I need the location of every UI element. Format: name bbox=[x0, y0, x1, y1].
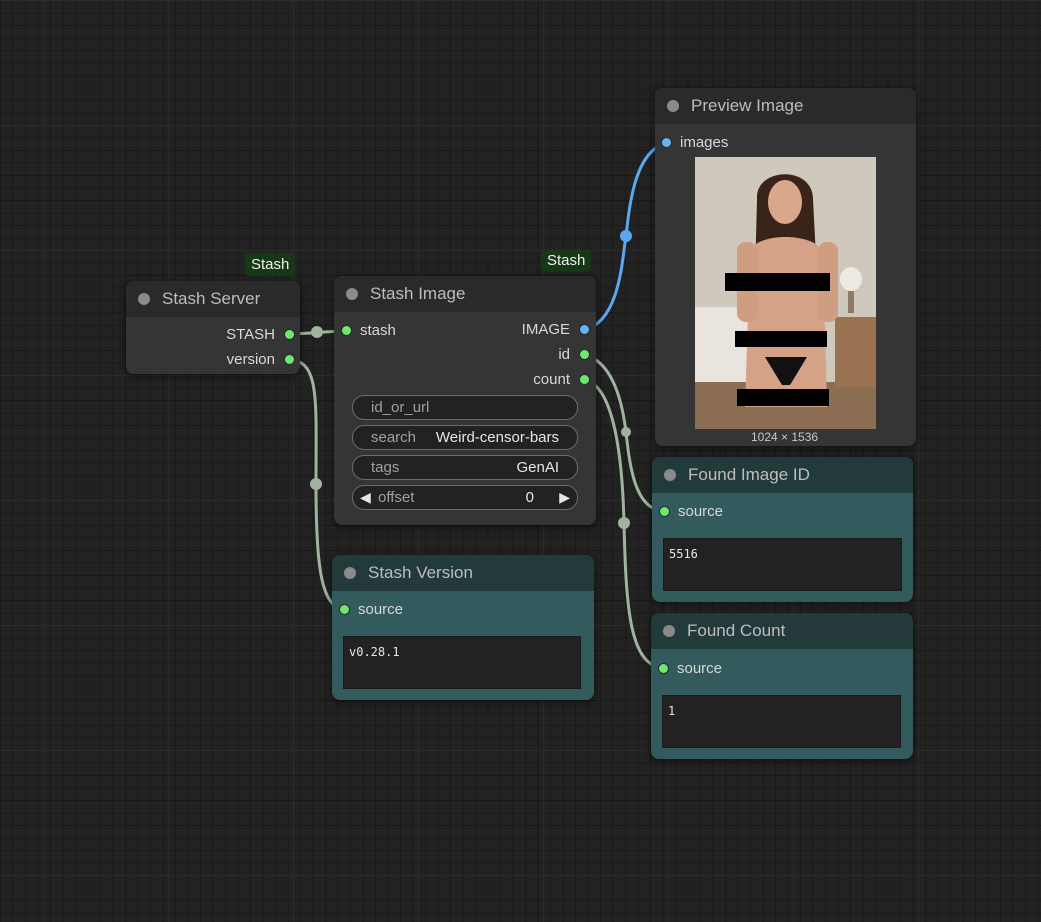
node-title: Preview Image bbox=[691, 96, 804, 115]
output-pin[interactable] bbox=[580, 325, 589, 334]
search-widget[interactable]: search Weird-censor-bars bbox=[352, 425, 578, 450]
tags-widget[interactable]: tags GenAI bbox=[352, 455, 578, 480]
preview-image-graphic bbox=[695, 157, 876, 429]
id-or-url-widget[interactable]: id_or_url bbox=[352, 395, 578, 420]
collapse-dot-icon[interactable] bbox=[663, 625, 675, 637]
collapse-dot-icon[interactable] bbox=[667, 100, 679, 112]
output-slot-version[interactable]: version bbox=[194, 350, 294, 370]
input-pin[interactable] bbox=[342, 326, 351, 335]
node-title: Found Image ID bbox=[688, 465, 810, 484]
input-pin[interactable] bbox=[660, 507, 669, 516]
slot-label: STASH bbox=[226, 326, 275, 343]
preview-image[interactable] bbox=[695, 157, 876, 429]
input-slot-source[interactable]: source bbox=[340, 600, 440, 620]
node-title-bar[interactable]: Found Count bbox=[651, 613, 913, 649]
widget-label: tags bbox=[371, 459, 400, 476]
image-dimensions: 1024 × 1536 bbox=[751, 430, 819, 444]
slot-label: source bbox=[677, 660, 723, 677]
slot-label: id bbox=[558, 346, 570, 363]
widget-label: search bbox=[371, 429, 417, 446]
offset-stepper[interactable]: ◀ offset 0 ▶ bbox=[352, 485, 578, 510]
link-midpoint bbox=[620, 230, 632, 242]
widget-label: offset bbox=[378, 489, 415, 506]
input-pin[interactable] bbox=[340, 605, 349, 614]
node-title: Stash Image bbox=[370, 284, 466, 303]
output-pin[interactable] bbox=[285, 355, 294, 364]
output-slot-count[interactable]: count bbox=[469, 370, 589, 390]
collapse-dot-icon[interactable] bbox=[138, 293, 150, 305]
input-slot-source[interactable]: source bbox=[659, 659, 759, 679]
link-midpoint bbox=[621, 427, 631, 437]
slot-label: source bbox=[358, 601, 404, 618]
node-found-count[interactable]: Found Count source 1 bbox=[651, 613, 913, 759]
output-pin[interactable] bbox=[580, 375, 589, 384]
node-title-bar[interactable]: Stash Version bbox=[332, 555, 594, 591]
node-title: Stash Server bbox=[162, 289, 261, 308]
node-found-image-id[interactable]: Found Image ID source 5516 bbox=[652, 457, 913, 602]
node-title-bar[interactable]: Stash Server bbox=[126, 281, 300, 317]
output-slot-id[interactable]: id bbox=[469, 345, 589, 365]
node-title-bar[interactable]: Stash Image bbox=[334, 276, 596, 312]
input-pin[interactable] bbox=[659, 664, 668, 673]
node-stash-version[interactable]: Stash Version source v0.28.1 bbox=[332, 555, 594, 700]
link-midpoint bbox=[618, 517, 630, 529]
input-pin[interactable] bbox=[662, 138, 671, 147]
collapse-dot-icon[interactable] bbox=[664, 469, 676, 481]
output-pin[interactable] bbox=[580, 350, 589, 359]
slot-label: stash bbox=[360, 322, 396, 339]
widget-value: 0 bbox=[525, 489, 534, 506]
input-slot-source[interactable]: source bbox=[660, 502, 760, 522]
slot-label: IMAGE bbox=[521, 321, 570, 338]
output-slot-stash[interactable]: STASH bbox=[194, 325, 294, 345]
output-pin[interactable] bbox=[285, 330, 294, 339]
node-title-bar[interactable]: Preview Image bbox=[655, 88, 916, 124]
node-title: Found Count bbox=[687, 621, 786, 640]
collapse-dot-icon[interactable] bbox=[346, 288, 358, 300]
slot-label: source bbox=[678, 503, 724, 520]
slot-label: version bbox=[226, 351, 275, 368]
increment-arrow-icon[interactable]: ▶ bbox=[559, 486, 570, 509]
link-midpoint bbox=[311, 326, 323, 338]
slot-label: count bbox=[533, 371, 570, 388]
output-slot-image[interactable]: IMAGE bbox=[469, 320, 589, 340]
output-text-display[interactable]: 1 bbox=[662, 695, 901, 748]
node-group-badge: Stash bbox=[245, 253, 296, 276]
input-slot-images[interactable]: images bbox=[662, 133, 762, 153]
widget-value: GenAI bbox=[516, 459, 559, 476]
decrement-arrow-icon[interactable]: ◀ bbox=[360, 486, 371, 509]
collapse-dot-icon[interactable] bbox=[344, 567, 356, 579]
node-group-badge: Stash bbox=[541, 249, 592, 272]
node-stash-server[interactable]: Stash Server STASH version bbox=[126, 281, 300, 374]
node-title: Stash Version bbox=[368, 563, 473, 582]
input-slot-stash[interactable]: stash bbox=[342, 321, 442, 341]
widget-value: Weird-censor-bars bbox=[435, 429, 559, 446]
slot-label: images bbox=[680, 134, 729, 151]
widget-label: id_or_url bbox=[371, 399, 430, 416]
node-title-bar[interactable]: Found Image ID bbox=[652, 457, 913, 493]
output-text-display[interactable]: v0.28.1 bbox=[343, 636, 581, 689]
link-midpoint bbox=[310, 478, 322, 490]
node-stash-image[interactable]: Stash Image stash IMAGE id count id_or_u… bbox=[334, 276, 596, 525]
output-text-display[interactable]: 5516 bbox=[663, 538, 902, 591]
